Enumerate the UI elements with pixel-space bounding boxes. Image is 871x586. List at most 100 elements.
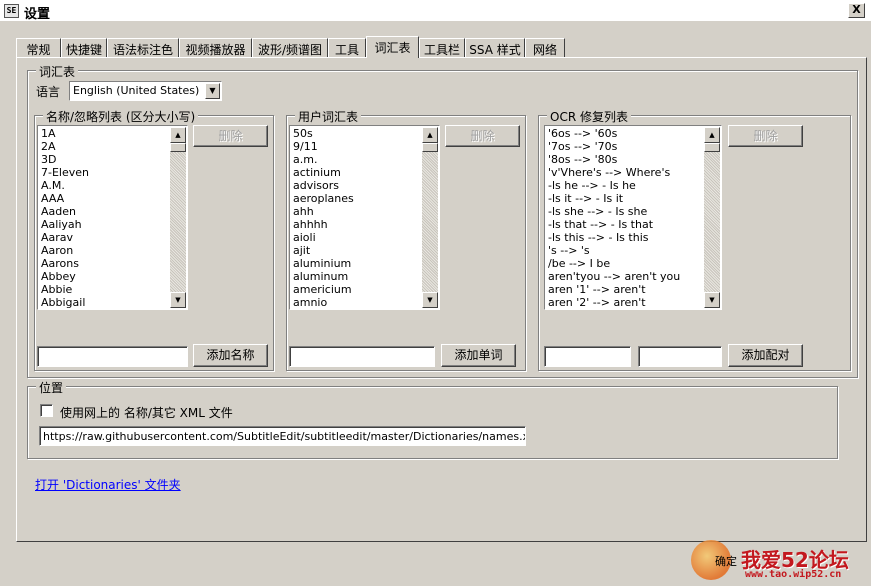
scroll-up-icon[interactable]: ▲ — [704, 127, 720, 143]
open-dictionaries-folder-link[interactable]: 打开 'Dictionaries' 文件夹 — [35, 476, 181, 493]
list-item[interactable]: amnio — [293, 296, 354, 309]
list-item[interactable]: americium — [293, 283, 354, 296]
scroll-down-icon[interactable]: ▼ — [170, 292, 186, 308]
list-item[interactable]: Aaliyah — [41, 218, 89, 231]
user-word-input[interactable] — [289, 346, 435, 367]
wordlists-group-title: 词汇表 — [36, 63, 79, 80]
tab-video-player[interactable]: 视频播放器 — [179, 38, 252, 57]
tab-general[interactable]: 常规 — [16, 38, 61, 57]
list-item[interactable]: aioli — [293, 231, 354, 244]
user-wordlist-group: 用户词汇表 50s 9/11 a.m. actinium advisors ae… — [286, 108, 526, 371]
list-item[interactable]: -ls this --> - Is this — [548, 231, 680, 244]
use-online-xml-label[interactable]: 使用网上的 名称/其它 XML 文件 — [60, 404, 233, 421]
list-item[interactable]: aren '1' --> aren't — [548, 283, 680, 296]
ocr-scrollbar[interactable]: ▲ ▼ — [704, 127, 720, 308]
names-remove-button[interactable]: 删除 — [193, 125, 268, 147]
chevron-down-icon[interactable]: ▼ — [205, 83, 220, 99]
list-item[interactable]: ahh — [293, 205, 354, 218]
ocr-remove-button[interactable]: 删除 — [728, 125, 803, 147]
user-remove-button[interactable]: 删除 — [445, 125, 520, 147]
list-item[interactable]: -ls he --> - Is he — [548, 179, 680, 192]
watermark: 我爱52论坛 www.tao.wip52.cn — [681, 536, 871, 586]
tab-ssa-styles[interactable]: SSA 样式 — [465, 38, 525, 57]
list-item[interactable]: 1A — [41, 127, 89, 140]
scroll-up-icon[interactable]: ▲ — [422, 127, 438, 143]
list-item[interactable]: aren '2' --> aren't — [548, 296, 680, 309]
names-url-input[interactable]: https://raw.githubusercontent.com/Subtit… — [39, 426, 526, 446]
add-word-button[interactable]: 添加单词 — [441, 344, 516, 367]
list-item[interactable]: aren'tyou --> aren't you — [548, 270, 680, 283]
scroll-thumb[interactable] — [704, 143, 720, 152]
list-item[interactable]: AAA — [41, 192, 89, 205]
list-item[interactable]: ahhhh — [293, 218, 354, 231]
names-group-title: 名称/忽略列表 (区分大小写) — [43, 108, 199, 125]
tab-toolbar[interactable]: 工具栏 — [419, 38, 465, 57]
list-item[interactable]: Abbie — [41, 283, 89, 296]
tab-syntax-coloring[interactable]: 语法标注色 — [107, 38, 179, 57]
list-item[interactable]: 's --> 's — [548, 244, 680, 257]
list-item[interactable]: aluminum — [293, 270, 354, 283]
user-scrollbar[interactable]: ▲ ▼ — [422, 127, 438, 308]
tab-wordlists[interactable]: 词汇表 — [366, 36, 419, 58]
list-item[interactable]: '8os --> '80s — [548, 153, 680, 166]
list-item[interactable]: Aaden — [41, 205, 89, 218]
scroll-thumb[interactable] — [170, 143, 186, 152]
list-item[interactable]: '6os --> '60s — [548, 127, 680, 140]
wordlists-group: 词汇表 语言 English (United States) ▼ 名称/忽略列表… — [27, 63, 858, 378]
list-item[interactable]: Aarav — [41, 231, 89, 244]
close-button[interactable]: X — [848, 3, 865, 18]
list-item[interactable]: 50s — [293, 127, 354, 140]
list-item[interactable]: advisors — [293, 179, 354, 192]
names-scrollbar[interactable]: ▲ ▼ — [170, 127, 186, 308]
list-item[interactable]: aluminium — [293, 257, 354, 270]
tab-shortcuts[interactable]: 快捷键 — [61, 38, 107, 57]
list-item[interactable]: -ls that --> - Is that — [548, 218, 680, 231]
wordlists-tab-panel: 词汇表 语言 English (United States) ▼ 名称/忽略列表… — [16, 57, 867, 542]
ocr-fix-group: OCR 修复列表 '6os --> '60s '7os --> '70s '8o… — [538, 108, 851, 371]
use-online-xml-checkbox[interactable] — [40, 404, 53, 417]
list-item[interactable]: -ls it --> - Is it — [548, 192, 680, 205]
location-group-title: 位置 — [36, 379, 67, 396]
list-item[interactable]: a.m. — [293, 153, 354, 166]
names-list[interactable]: 1A 2A 3D 7-Eleven A.M. AAA Aaden Aaliyah… — [37, 125, 188, 310]
list-item[interactable]: ajit — [293, 244, 354, 257]
window-title: 设置 — [24, 7, 51, 22]
add-pair-button[interactable]: 添加配对 — [728, 344, 803, 367]
list-item[interactable]: Aaron — [41, 244, 89, 257]
user-word-list[interactable]: 50s 9/11 a.m. actinium advisors aeroplan… — [289, 125, 440, 310]
names-group: 名称/忽略列表 (区分大小写) 1A 2A 3D 7-Eleven A.M. A… — [34, 108, 274, 371]
ocr-fix-list[interactable]: '6os --> '60s '7os --> '70s '8os --> '80… — [544, 125, 722, 310]
list-item[interactable]: 2A — [41, 140, 89, 153]
language-dropdown[interactable]: English (United States) ▼ — [69, 81, 222, 101]
ocr-from-input[interactable] — [544, 346, 631, 367]
list-item[interactable]: actinium — [293, 166, 354, 179]
list-item[interactable]: Abbigail — [41, 296, 89, 309]
list-item[interactable]: 3D — [41, 153, 89, 166]
user-wordlist-title: 用户词汇表 — [295, 108, 362, 125]
tab-network[interactable]: 网络 — [525, 38, 565, 57]
scroll-thumb[interactable] — [422, 143, 438, 152]
list-item[interactable]: /be --> I be — [548, 257, 680, 270]
watermark-url: www.tao.wip52.cn — [745, 569, 842, 580]
list-item[interactable]: 'v'Vhere's --> Where's — [548, 166, 680, 179]
list-item[interactable]: -ls she --> - Is she — [548, 205, 680, 218]
ok-button-partial[interactable]: 确定 — [715, 553, 737, 569]
scroll-down-icon[interactable]: ▼ — [704, 292, 720, 308]
tab-tools[interactable]: 工具 — [328, 38, 366, 57]
scroll-up-icon[interactable]: ▲ — [170, 127, 186, 143]
list-item[interactable]: aeroplanes — [293, 192, 354, 205]
tab-waveform[interactable]: 波形/频谱图 — [252, 38, 328, 57]
subtitle-edit-icon: SE — [4, 4, 19, 18]
ocr-fix-title: OCR 修复列表 — [547, 108, 631, 125]
scroll-down-icon[interactable]: ▼ — [422, 292, 438, 308]
ocr-to-input[interactable] — [638, 346, 722, 367]
names-input[interactable] — [37, 346, 188, 367]
list-item[interactable]: A.M. — [41, 179, 89, 192]
add-name-button[interactable]: 添加名称 — [193, 344, 268, 367]
list-item[interactable]: Aarons — [41, 257, 89, 270]
list-item[interactable]: 9/11 — [293, 140, 354, 153]
language-label: 语言 — [36, 85, 61, 99]
list-item[interactable]: 7-Eleven — [41, 166, 89, 179]
list-item[interactable]: '7os --> '70s — [548, 140, 680, 153]
list-item[interactable]: Abbey — [41, 270, 89, 283]
